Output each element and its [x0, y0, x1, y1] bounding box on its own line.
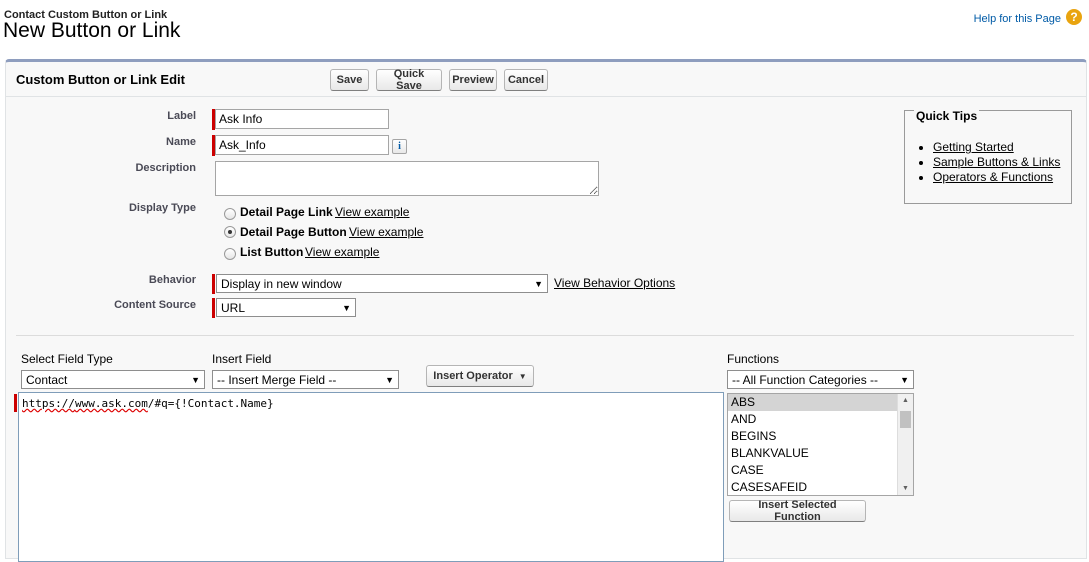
list-item[interactable]: BLANKVALUE	[728, 445, 897, 462]
content-source-label: Content Source	[114, 299, 196, 311]
description-field-label: Description	[135, 162, 196, 174]
radio-detail-page-link[interactable]	[224, 208, 236, 220]
insert-operator-label: Insert Operator	[433, 370, 513, 382]
functions-listbox[interactable]: ABS AND BEGINS BLANKVALUE CASE CASESAFEI…	[727, 393, 914, 496]
content-source-select-value: URL	[221, 300, 246, 315]
description-textarea[interactable]	[215, 161, 599, 196]
section-divider	[16, 335, 1074, 336]
insert-field-select-value: -- Insert Merge Field --	[217, 372, 337, 387]
preview-button[interactable]: Preview	[449, 69, 497, 91]
required-indicator	[212, 274, 215, 294]
quick-tips-list: Getting Started Sample Buttons & Links O…	[918, 140, 1060, 185]
formula-rest: /#q={!Contact.Name}	[147, 397, 274, 410]
list-item[interactable]: BEGINS	[728, 428, 897, 445]
cancel-button[interactable]: Cancel	[504, 69, 548, 91]
operators-functions-link[interactable]: Operators & Functions	[933, 170, 1053, 184]
formula-editor[interactable]: https://www.ask.com/#q={!Contact.Name}	[18, 392, 724, 562]
radio-label-list-button: List Button	[240, 245, 304, 259]
help-link[interactable]: Help for this Page	[974, 13, 1061, 25]
getting-started-link[interactable]: Getting Started	[933, 140, 1014, 154]
formula-host: www.ask.com	[74, 397, 148, 410]
insert-field-select[interactable]: -- Insert Merge Field -- ▼	[212, 370, 399, 389]
panel-title: Custom Button or Link Edit	[16, 72, 185, 87]
scroll-up-icon[interactable]: ▲	[902, 397, 909, 404]
name-input[interactable]	[215, 135, 389, 155]
insert-field-label: Insert Field	[212, 352, 272, 366]
behavior-select-value: Display in new window	[221, 276, 342, 291]
list-item: Operators & Functions	[933, 170, 1060, 184]
required-indicator	[14, 394, 17, 412]
save-button[interactable]: Save	[330, 69, 369, 91]
view-behavior-options-link[interactable]: View Behavior Options	[554, 276, 675, 290]
page-title: New Button or Link	[3, 19, 181, 42]
label-field-label: Label	[167, 110, 196, 122]
chevron-down-icon: ▼	[900, 374, 909, 385]
help-icon[interactable]: ?	[1066, 9, 1082, 25]
list-item[interactable]: CASE	[728, 462, 897, 479]
list-item: Getting Started	[933, 140, 1060, 154]
scrollbar-thumb[interactable]	[900, 411, 911, 428]
list-item[interactable]: CASESAFEID	[728, 479, 897, 495]
insert-operator-button[interactable]: Insert Operator ▼	[426, 365, 534, 387]
list-item: Sample Buttons & Links	[933, 155, 1060, 169]
radio-label-detail-page-button: Detail Page Button	[240, 225, 347, 239]
view-example-link[interactable]: View example	[349, 225, 423, 239]
label-input[interactable]	[215, 109, 389, 129]
radio-list-button[interactable]	[224, 248, 236, 260]
chevron-down-icon: ▼	[518, 371, 527, 381]
quick-save-button[interactable]: Quick Save	[376, 68, 442, 92]
chevron-down-icon: ▼	[342, 302, 351, 313]
field-type-select-value: Contact	[26, 372, 68, 387]
quick-tips-title: Quick Tips	[914, 109, 980, 123]
behavior-select[interactable]: Display in new window ▼	[216, 274, 548, 293]
behavior-label: Behavior	[148, 274, 196, 286]
info-icon[interactable]: i	[392, 139, 407, 154]
view-example-link[interactable]: View example	[305, 245, 379, 259]
list-item[interactable]: AND	[728, 411, 897, 428]
sample-buttons-links-link[interactable]: Sample Buttons & Links	[933, 155, 1060, 169]
radio-detail-page-button[interactable]	[224, 226, 236, 238]
function-category-select[interactable]: -- All Function Categories -- ▼	[727, 370, 914, 389]
select-field-type-label: Select Field Type	[21, 352, 113, 366]
formula-prefix: https://	[22, 397, 75, 410]
name-field-label: Name	[166, 136, 196, 148]
required-indicator	[212, 298, 215, 318]
function-category-select-value: -- All Function Categories --	[732, 372, 879, 387]
scroll-down-icon[interactable]: ▼	[902, 485, 909, 492]
scrollbar[interactable]: ▲ ▼	[897, 394, 913, 495]
view-example-link[interactable]: View example	[335, 205, 409, 219]
chevron-down-icon: ▼	[385, 374, 394, 385]
functions-label: Functions	[727, 352, 780, 366]
display-type-label: Display Type	[128, 202, 196, 214]
chevron-down-icon: ▼	[534, 278, 543, 289]
content-source-select[interactable]: URL ▼	[216, 298, 356, 317]
list-item[interactable]: ABS	[728, 394, 897, 411]
radio-label-detail-page-link: Detail Page Link	[240, 205, 333, 219]
field-type-select[interactable]: Contact ▼	[21, 370, 205, 389]
chevron-down-icon: ▼	[191, 374, 200, 385]
insert-selected-function-button[interactable]: Insert Selected Function	[729, 499, 866, 523]
